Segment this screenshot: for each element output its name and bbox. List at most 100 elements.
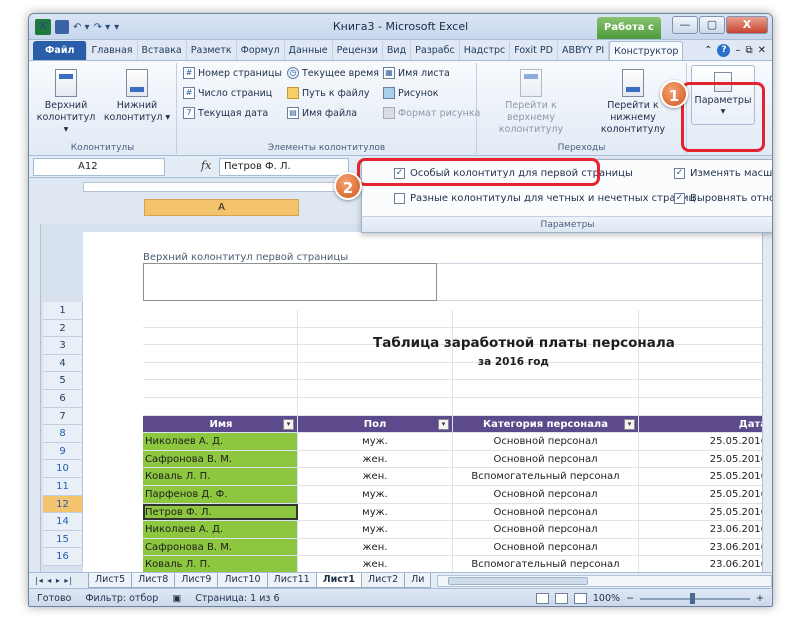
row-header[interactable]: 11 xyxy=(43,477,83,496)
tab-design[interactable]: Конструктор xyxy=(609,41,684,60)
page-break-view-icon[interactable] xyxy=(573,593,587,604)
row-header[interactable]: 7 xyxy=(43,407,83,426)
page-number-button[interactable]: # Номер страницы xyxy=(183,67,282,79)
cell-gender[interactable]: жен. xyxy=(298,556,453,572)
scale-checkbox[interactable]: ✓ xyxy=(674,168,685,179)
row-header[interactable]: 15 xyxy=(43,530,83,549)
row-header[interactable]: 14 xyxy=(43,513,83,531)
function-icon[interactable]: fx xyxy=(201,159,211,172)
row-header[interactable]: 16 xyxy=(43,548,83,566)
cell-gender[interactable]: муж. xyxy=(298,433,453,450)
sheet-name-button[interactable]: ▦ Имя листа xyxy=(383,67,450,79)
cell-date[interactable]: 23.06.2016 xyxy=(639,521,772,538)
cell-name[interactable]: Петров Ф. Л. xyxy=(143,503,298,521)
cell-name[interactable]: Николаев А. Д. xyxy=(143,521,298,538)
current-time-button[interactable]: ◷ Текущее время xyxy=(287,67,379,79)
zoom-out-icon[interactable]: − xyxy=(626,593,634,604)
row-header[interactable]: 12 xyxy=(43,495,83,514)
row-header[interactable]: 8 xyxy=(43,425,83,443)
cell-name[interactable]: Сафронова В. М. xyxy=(143,538,298,556)
tab-view[interactable]: Вид xyxy=(383,41,412,60)
picture-button[interactable]: Рисунок xyxy=(383,87,439,99)
tab-home[interactable]: Главная xyxy=(87,41,138,60)
align-margins-option[interactable]: ✓ Выровнять относитель xyxy=(674,193,772,204)
minimize-button[interactable]: — xyxy=(672,16,698,34)
maximize-button[interactable]: ▢ xyxy=(699,16,725,34)
row-header[interactable]: 6 xyxy=(43,389,83,408)
page-layout-view-icon[interactable] xyxy=(554,593,568,604)
cell-name[interactable]: Парфенов Д. Ф. xyxy=(143,485,298,503)
sheet-tab[interactable]: Ли xyxy=(404,573,432,588)
footer-button[interactable]: Нижний колонтитул ▾ xyxy=(103,69,171,124)
file-name-button[interactable]: ▤ Имя файла xyxy=(287,107,357,119)
tab-formulas[interactable]: Формул xyxy=(237,41,285,60)
tab-data[interactable]: Данные xyxy=(285,41,333,60)
scale-with-document-option[interactable]: ✓ Изменять масштаб вме xyxy=(674,168,772,179)
row-header[interactable]: 1 xyxy=(43,302,83,320)
row-header[interactable]: 4 xyxy=(43,354,83,373)
align-checkbox[interactable]: ✓ xyxy=(674,193,685,204)
tab-developer[interactable]: Разрабс xyxy=(411,41,460,60)
sheet-tab[interactable]: Лист10 xyxy=(217,573,268,588)
tab-review[interactable]: Рецензи xyxy=(333,41,383,60)
vertical-scrollbar[interactable] xyxy=(762,224,772,572)
macro-record-icon[interactable]: ▣ xyxy=(172,593,181,604)
odd-even-header-option[interactable]: Разные колонтитулы для четных и нечетных… xyxy=(394,193,695,204)
file-path-button[interactable]: Путь к файлу xyxy=(287,87,370,99)
sheet-tab[interactable]: Лист8 xyxy=(131,573,176,588)
odd-even-checkbox[interactable] xyxy=(394,193,405,204)
filter-dropdown-icon[interactable]: ▾ xyxy=(283,418,294,430)
cell-category[interactable]: Основной персонал xyxy=(453,433,639,450)
cell-date[interactable]: 25.05.2016 xyxy=(639,486,772,503)
row-header[interactable]: 9 xyxy=(43,442,83,461)
cell-gender[interactable]: муж. xyxy=(298,485,453,503)
collapse-ribbon-icon[interactable]: ⌃ xyxy=(704,45,712,56)
cell-gender[interactable]: жен. xyxy=(298,468,453,485)
column-header-a[interactable]: A xyxy=(144,199,299,216)
cell-name[interactable]: Коваль Л. П. xyxy=(143,556,298,572)
cell-date[interactable]: 25.05.2016 xyxy=(639,433,772,450)
current-date-button[interactable]: 7 Текущая дата xyxy=(183,107,268,119)
horizontal-scrollbar[interactable] xyxy=(437,574,772,587)
picture-format-button[interactable]: Формат рисунка xyxy=(383,107,480,119)
doc-close-icon[interactable]: ✕ xyxy=(758,45,766,56)
normal-view-icon[interactable] xyxy=(535,593,549,604)
first-page-header-input[interactable] xyxy=(143,263,437,301)
cell-gender[interactable]: муж. xyxy=(298,503,453,521)
tab-addins[interactable]: Надстрс xyxy=(460,41,511,60)
cell-gender[interactable]: жен. xyxy=(298,538,453,556)
cell-date[interactable]: 25.05.2016 xyxy=(639,468,772,485)
cell-category[interactable]: Основной персонал xyxy=(453,450,639,468)
goto-header-button[interactable]: Перейти к верхнему колонтитулу xyxy=(483,69,579,136)
filter-dropdown-icon[interactable]: ▾ xyxy=(624,418,635,430)
cell-gender[interactable]: жен. xyxy=(298,450,453,468)
sheet-tab[interactable]: Лист9 xyxy=(174,573,219,588)
doc-minimize-icon[interactable]: – xyxy=(735,45,740,56)
cell-category[interactable]: Основной персонал xyxy=(453,503,639,521)
cell-category[interactable]: Основной персонал xyxy=(453,485,639,503)
tab-abbyy[interactable]: ABBYY PI xyxy=(558,41,610,60)
header-right-section[interactable] xyxy=(437,263,772,301)
cell-category[interactable]: Вспомогательный персонал xyxy=(453,468,639,485)
cell-date[interactable]: 23.06.2016 xyxy=(639,556,772,572)
help-icon[interactable]: ? xyxy=(717,44,731,57)
tab-insert[interactable]: Вставка xyxy=(138,41,187,60)
close-button[interactable]: X xyxy=(726,16,768,34)
doc-restore-icon[interactable]: ⧉ xyxy=(745,45,752,56)
tab-page-layout[interactable]: Разметк xyxy=(187,41,237,60)
cell-name[interactable]: Сафронова В. М. xyxy=(143,450,298,468)
cell-gender[interactable]: муж. xyxy=(298,521,453,538)
cell-date[interactable]: 25.05.2016 xyxy=(639,451,772,468)
row-header[interactable]: 2 xyxy=(43,319,83,338)
zoom-in-icon[interactable]: + xyxy=(756,593,764,604)
row-header[interactable]: 10 xyxy=(43,460,83,478)
cell-date[interactable]: 25.05.2016 xyxy=(639,504,772,521)
zoom-level[interactable]: 100% xyxy=(593,593,620,604)
sheet-nav-buttons[interactable]: |◂ ◂ ▸ ▸| xyxy=(29,576,89,585)
tab-file[interactable]: Файл xyxy=(33,41,88,60)
tab-foxit[interactable]: Foxit PD xyxy=(510,41,558,60)
row-header[interactable]: 5 xyxy=(43,372,83,390)
cell-name[interactable]: Николаев А. Д. xyxy=(143,433,298,450)
row-header[interactable]: 3 xyxy=(43,337,83,355)
cell-name[interactable]: Коваль Л. П. xyxy=(143,468,298,485)
